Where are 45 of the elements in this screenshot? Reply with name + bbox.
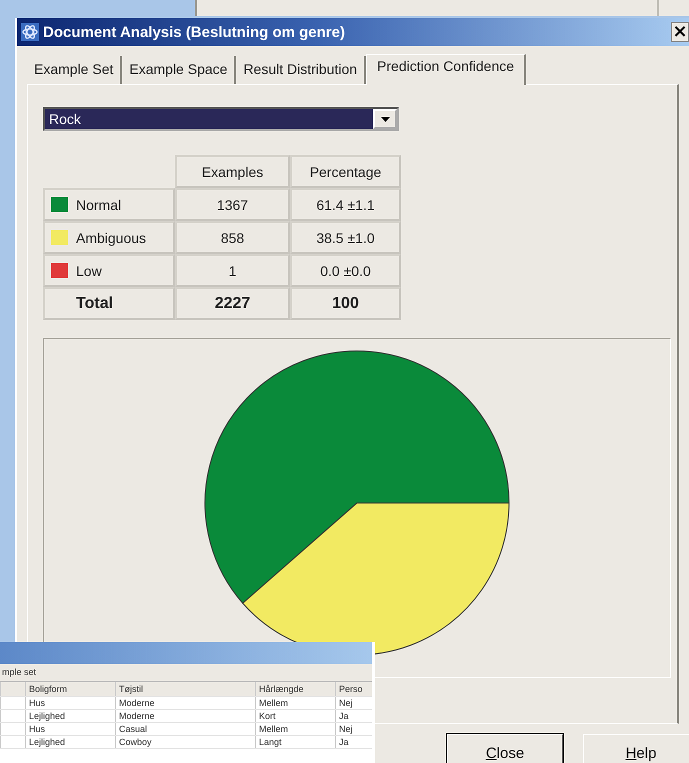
table-cell: Langt — [255, 736, 335, 748]
dialog-button[interactable]: Close — [447, 734, 563, 763]
column-header: Tøjstil — [115, 682, 255, 696]
table-cell: Nej — [335, 723, 372, 735]
dialog-button[interactable]: Help — [583, 734, 689, 763]
table-cell: Cowboy — [115, 736, 255, 748]
row-label: Normal — [76, 196, 122, 212]
table-cell: 38.5 ±1.0 — [290, 221, 401, 254]
window-caption: mple set — [2, 667, 36, 677]
table-cell: 1367 — [175, 188, 290, 221]
close-button[interactable]: × — [671, 22, 689, 42]
table-cell: Kort — [255, 710, 335, 722]
table-cell: Mellem — [255, 723, 335, 735]
window-title: Document Analysis (Beslutning om genre) — [43, 24, 345, 40]
table-cell: 858 — [175, 221, 290, 254]
table-cell: 100 — [290, 287, 401, 320]
table-cell: 61.4 ±1.1 — [290, 188, 401, 221]
table-cell: Casual — [115, 723, 255, 735]
table-cell: 1 — [175, 254, 290, 287]
dropdown-arrow-icon — [380, 116, 390, 122]
table-cell: Lejlighed — [25, 736, 115, 748]
column-header: Percentage — [290, 155, 401, 188]
table-cell: Moderne — [115, 697, 255, 709]
tab[interactable]: Example Set — [27, 56, 122, 84]
table-cell: 2227 — [175, 287, 290, 320]
category-dropdown[interactable]: Rock — [43, 107, 399, 131]
table-cell: Moderne — [115, 710, 255, 722]
row-label: Ambiguous — [76, 230, 146, 246]
column-header: Hårlængde — [255, 682, 335, 696]
table-cell: 0.0 ±0.0 — [290, 254, 401, 287]
table-cell: Nej — [335, 697, 372, 709]
table-cell: Hus — [25, 697, 115, 709]
table-cell: Ja — [335, 736, 372, 748]
tab[interactable]: Example Space — [122, 56, 236, 84]
row-label: Total — [76, 294, 114, 312]
column-header: Perso — [335, 682, 372, 696]
row-label: Low — [76, 262, 102, 278]
column-header: Boligform — [25, 682, 115, 696]
table-cell: Hus — [25, 723, 115, 735]
app-icon — [21, 23, 39, 41]
column-header: Examples — [175, 155, 290, 188]
table-cell: Lejlighed — [25, 710, 115, 722]
table-cell: Mellem — [255, 697, 335, 709]
table-cell: Ja — [335, 710, 372, 722]
tab[interactable]: Prediction Confidence — [366, 54, 526, 85]
